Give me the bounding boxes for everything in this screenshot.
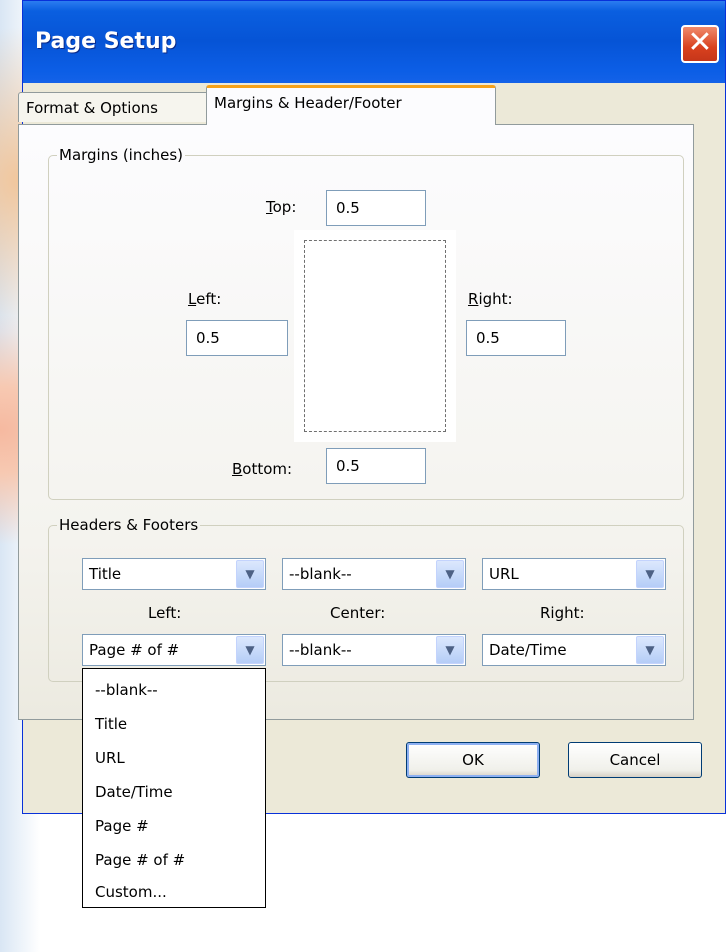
chevron-down-icon[interactable]: ▼ bbox=[436, 636, 464, 664]
dropdown-option[interactable]: --blank-- bbox=[95, 681, 158, 699]
footer-center-value: --blank-- bbox=[289, 641, 352, 659]
header-right-value: URL bbox=[489, 565, 519, 583]
margins-legend: Margins (inches) bbox=[59, 146, 183, 164]
tab-margins-header-footer[interactable]: Margins & Header/Footer bbox=[206, 85, 496, 125]
footer-left-select[interactable]: Page # of # ▼ bbox=[82, 634, 266, 666]
close-icon: ✕ bbox=[687, 25, 713, 60]
dropdown-option[interactable]: Page # bbox=[95, 817, 149, 835]
header-center-value: --blank-- bbox=[289, 565, 352, 583]
dropdown-option[interactable]: Page # of # bbox=[95, 851, 185, 869]
left-margin-input[interactable]: 0.5 bbox=[186, 320, 288, 356]
header-center-select[interactable]: --blank-- ▼ bbox=[282, 558, 466, 590]
footer-left-value: Page # of # bbox=[89, 641, 180, 659]
chevron-down-icon[interactable]: ▼ bbox=[636, 560, 664, 588]
title-bar[interactable]: Page Setup ✕ bbox=[23, 1, 725, 83]
top-label: Top: bbox=[266, 198, 297, 216]
window-title: Page Setup bbox=[35, 29, 177, 54]
tab-format-options[interactable]: Format & Options bbox=[18, 92, 220, 122]
center-column-label: Center: bbox=[330, 604, 386, 622]
left-label: Left: bbox=[188, 290, 222, 308]
headers-footers-legend: Headers & Footers bbox=[59, 516, 199, 534]
dropdown-option[interactable]: Title bbox=[95, 715, 127, 733]
bottom-label: Bottom: bbox=[232, 460, 293, 478]
top-margin-input[interactable]: 0.5 bbox=[326, 190, 426, 226]
dropdown-option[interactable]: URL bbox=[95, 749, 125, 767]
right-column-label: Right: bbox=[540, 604, 585, 622]
footer-center-select[interactable]: --blank-- ▼ bbox=[282, 634, 466, 666]
cancel-button[interactable]: Cancel bbox=[568, 742, 702, 778]
header-left-value: Title bbox=[89, 565, 122, 583]
header-right-select[interactable]: URL ▼ bbox=[482, 558, 666, 590]
chevron-down-icon[interactable]: ▼ bbox=[436, 560, 464, 588]
chevron-down-icon[interactable]: ▼ bbox=[236, 560, 264, 588]
close-button[interactable]: ✕ bbox=[681, 25, 719, 63]
right-margin-input[interactable]: 0.5 bbox=[466, 320, 566, 356]
chevron-down-icon[interactable]: ▼ bbox=[236, 636, 264, 664]
footer-right-value: Date/Time bbox=[489, 641, 567, 659]
footer-right-select[interactable]: Date/Time ▼ bbox=[482, 634, 666, 666]
page-margin-outline bbox=[304, 240, 446, 432]
footer-left-dropdown-list: --blank-- Title URL Date/Time Page # Pag… bbox=[82, 668, 266, 908]
header-left-select[interactable]: Title ▼ bbox=[82, 558, 266, 590]
chevron-down-icon[interactable]: ▼ bbox=[636, 636, 664, 664]
ok-button[interactable]: OK bbox=[406, 742, 540, 778]
left-column-label: Left: bbox=[148, 604, 182, 622]
dropdown-option[interactable]: Custom... bbox=[95, 883, 167, 901]
dropdown-option[interactable]: Date/Time bbox=[95, 783, 173, 801]
bottom-margin-input[interactable]: 0.5 bbox=[326, 448, 426, 484]
right-label: Right: bbox=[468, 290, 513, 308]
